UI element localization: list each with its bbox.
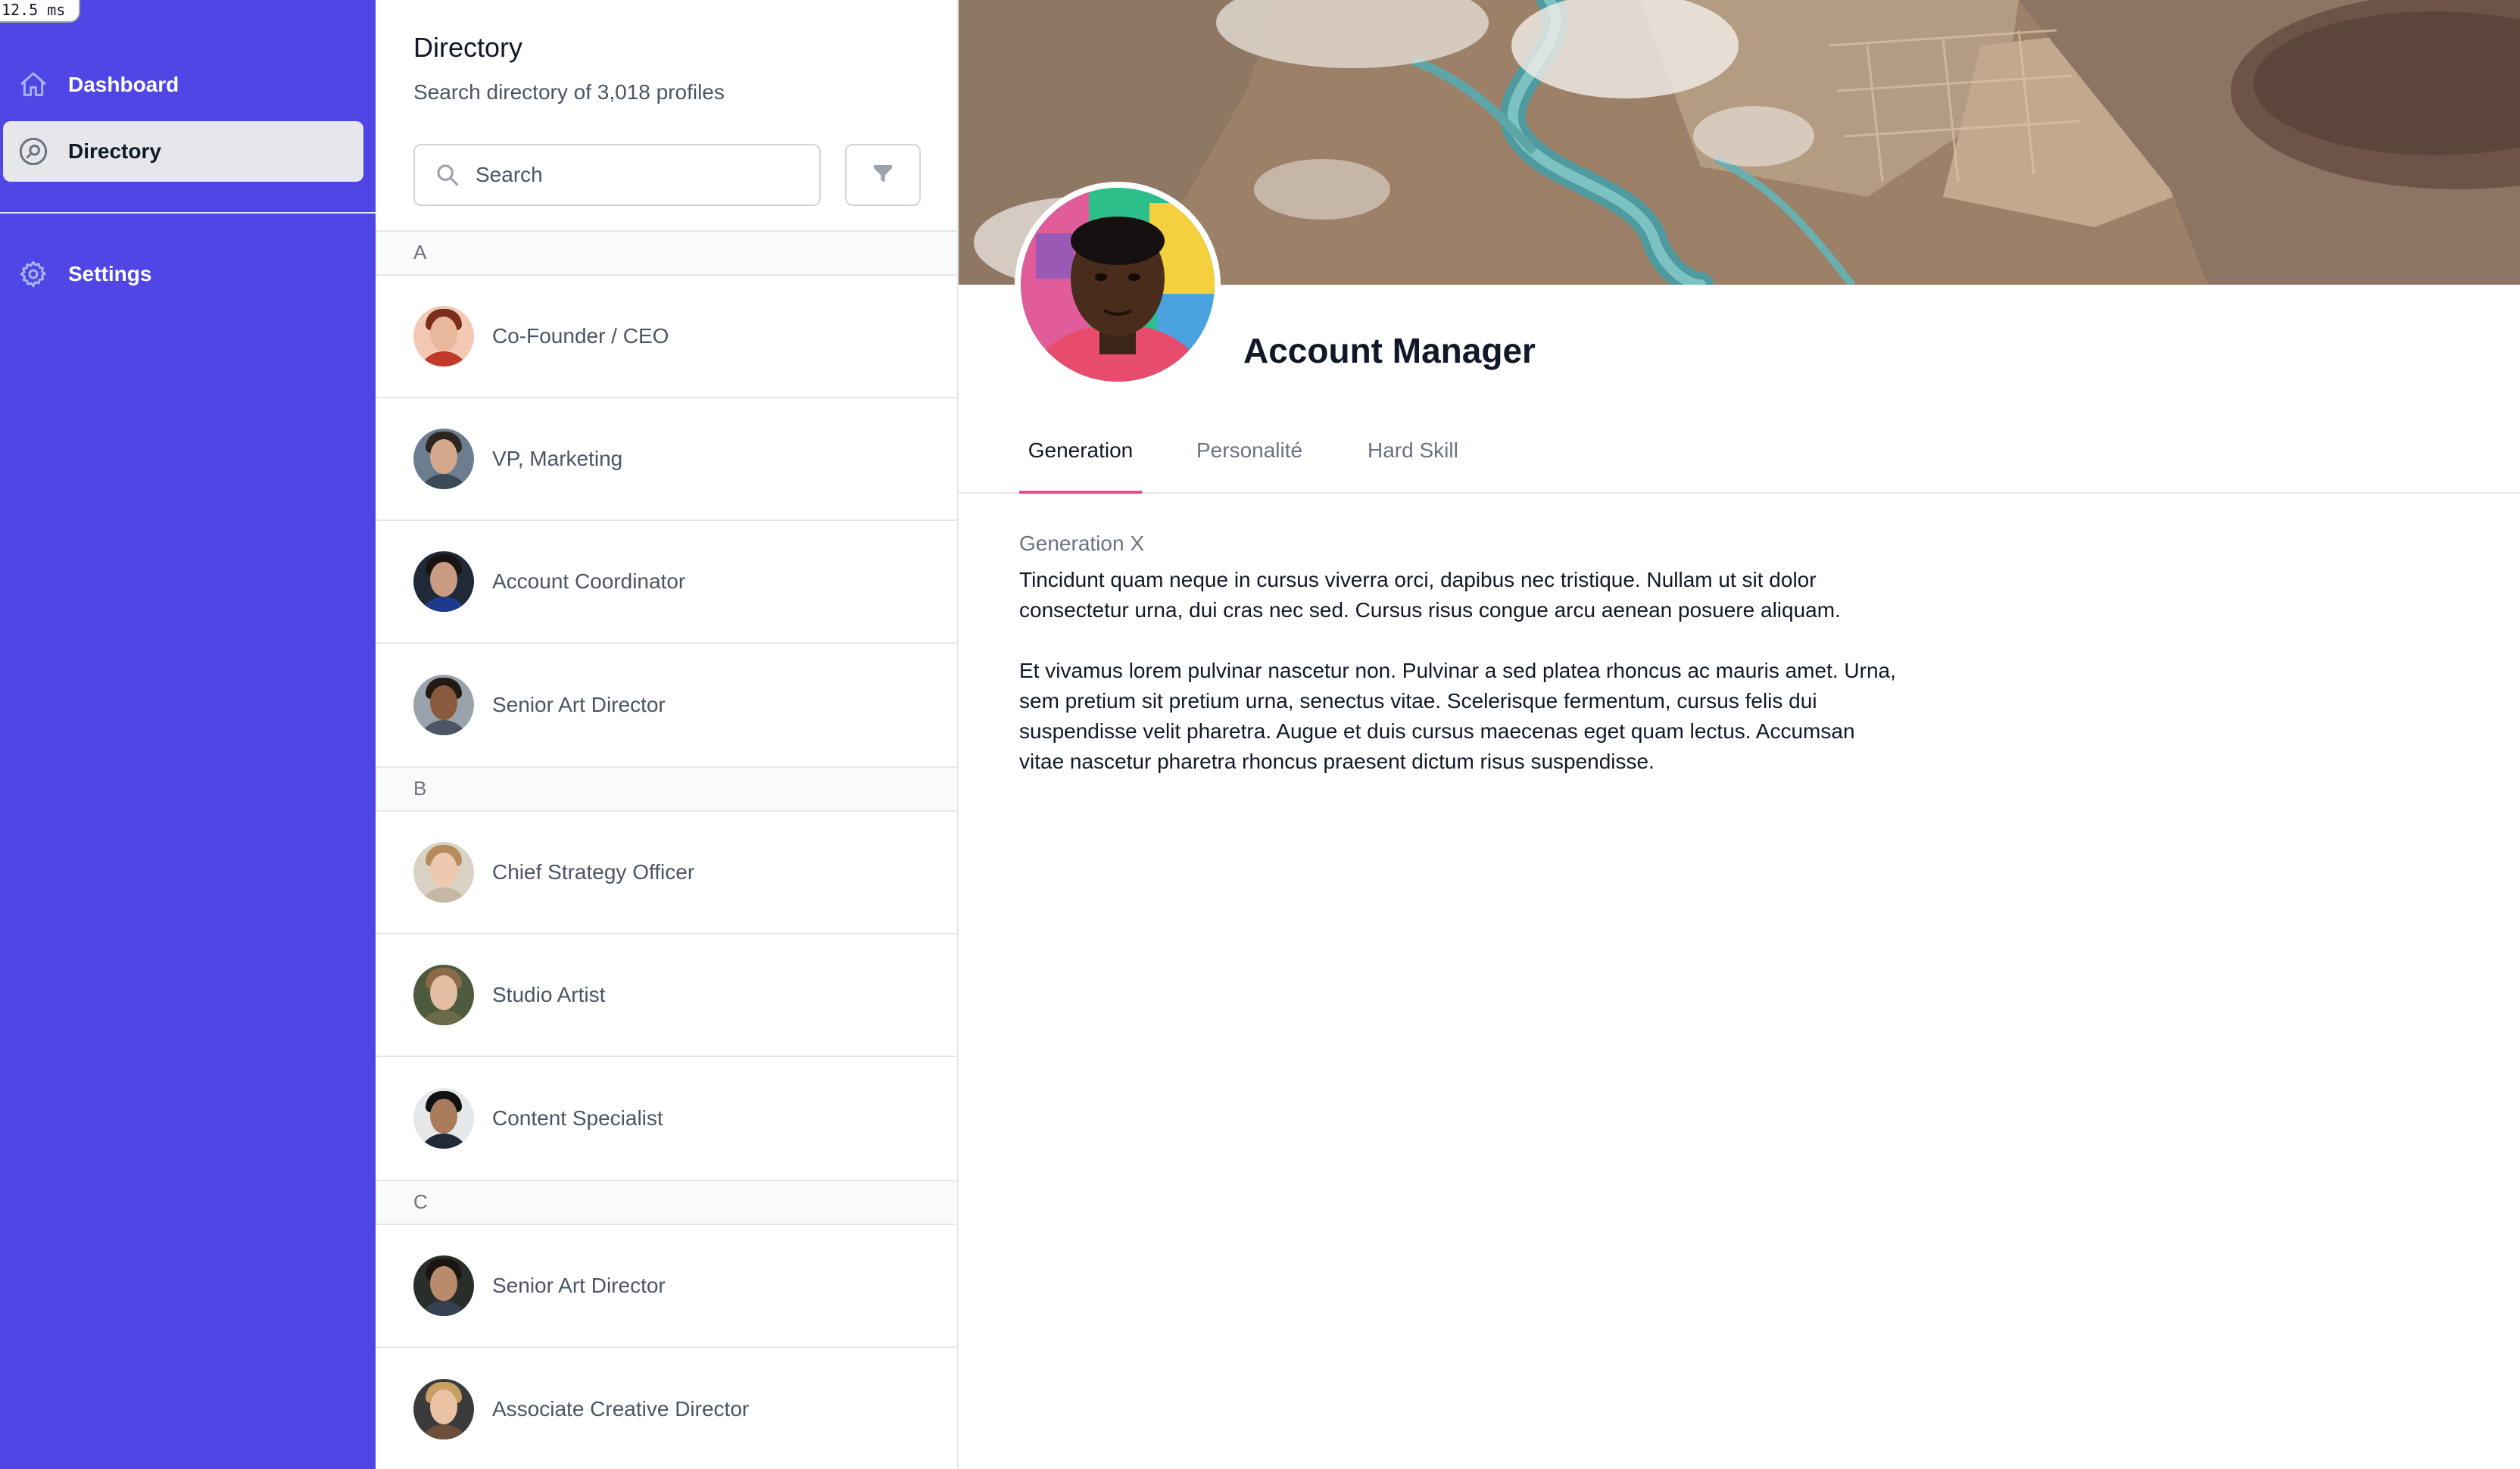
tab-generation[interactable]: Generation	[1019, 426, 1142, 494]
sidebar-item-label: Dashboard	[68, 73, 179, 96]
avatar	[413, 842, 474, 903]
profile-tabs: Generation Personalité Hard Skill	[959, 426, 2520, 494]
person-title: Content Specialist	[492, 1106, 663, 1130]
avatar	[413, 1379, 474, 1439]
funnel-icon	[871, 162, 895, 189]
directory-group-a: A Co-Founder / CEO VP, Marketing Account…	[376, 230, 957, 766]
directory-group-b: B Chief Strategy Officer Studio Artist C…	[376, 766, 957, 1180]
directory-subtitle: Search directory of 3,018 profiles	[413, 80, 725, 104]
gear-icon	[17, 257, 50, 291]
sidebar-item-directory[interactable]: Directory	[3, 121, 363, 182]
directory-panel: Directory Search directory of 3,018 prof…	[376, 0, 959, 1469]
list-item[interactable]: Senior Art Director	[376, 1225, 957, 1348]
avatar	[413, 551, 474, 612]
person-title: Associate Creative Director	[492, 1397, 750, 1421]
sidebar-divider	[0, 212, 376, 214]
sidebar-item-settings[interactable]: Settings	[3, 244, 363, 304]
profile-avatar	[1015, 182, 1221, 388]
list-item[interactable]: Co-Founder / CEO	[376, 276, 957, 398]
search-field[interactable]	[413, 144, 821, 206]
person-title: Co-Founder / CEO	[492, 324, 669, 348]
person-title: VP, Marketing	[492, 447, 623, 470]
directory-group-c: C Senior Art Director Associate Creative…	[376, 1180, 957, 1469]
sidebar-item-label: Settings	[68, 262, 152, 285]
profile-panel: Account Manager Generation Personalité H…	[959, 0, 2520, 1469]
filter-button[interactable]	[845, 144, 921, 206]
list-item[interactable]: Senior Art Director	[376, 644, 957, 766]
search-input[interactable]	[476, 163, 794, 187]
render-timing-badge: 12.5 ms	[0, 0, 81, 23]
list-item[interactable]: VP, Marketing	[376, 398, 957, 521]
list-item[interactable]: Studio Artist	[376, 934, 957, 1057]
group-header: A	[376, 230, 957, 276]
search-icon	[435, 161, 462, 189]
detail-paragraph: Tincidunt quam neque in cursus viverra o…	[1019, 568, 1841, 622]
list-item[interactable]: Account Coordinator	[376, 521, 957, 644]
sidebar: Dashboard Directory Settings	[0, 0, 376, 1469]
list-item[interactable]: Content Specialist	[376, 1057, 957, 1180]
group-header: C	[376, 1180, 957, 1225]
tab-personalite[interactable]: Personalité	[1196, 426, 1302, 494]
person-title: Account Coordinator	[492, 569, 686, 593]
detail-label: Generation X	[1019, 532, 1144, 555]
home-icon	[17, 68, 50, 101]
sidebar-item-label: Directory	[68, 139, 161, 163]
detail-body: Tincidunt quam neque in cursus viverra o…	[1019, 565, 1898, 807]
avatar	[413, 429, 474, 489]
sidebar-item-dashboard[interactable]: Dashboard	[3, 55, 363, 115]
directory-title: Directory	[413, 32, 523, 63]
group-header: B	[376, 766, 957, 812]
directory-list: A Co-Founder / CEO VP, Marketing Account…	[376, 230, 957, 1469]
list-item[interactable]: Chief Strategy Officer	[376, 812, 957, 934]
person-title: Chief Strategy Officer	[492, 860, 695, 884]
avatar	[413, 306, 474, 366]
list-item[interactable]: Associate Creative Director	[376, 1348, 957, 1469]
avatar	[413, 675, 474, 735]
person-title: Senior Art Director	[492, 1274, 666, 1297]
avatar	[413, 1088, 474, 1149]
search-circle-icon	[17, 135, 50, 168]
avatar	[413, 1255, 474, 1316]
detail-paragraph: Et vivamus lorem pulvinar nascetur non. …	[1019, 659, 1896, 773]
tab-hard-skill[interactable]: Hard Skill	[1368, 426, 1458, 494]
profile-name: Account Manager	[1243, 331, 1536, 370]
person-title: Studio Artist	[492, 983, 606, 1006]
avatar	[413, 965, 474, 1025]
person-title: Senior Art Director	[492, 693, 666, 716]
